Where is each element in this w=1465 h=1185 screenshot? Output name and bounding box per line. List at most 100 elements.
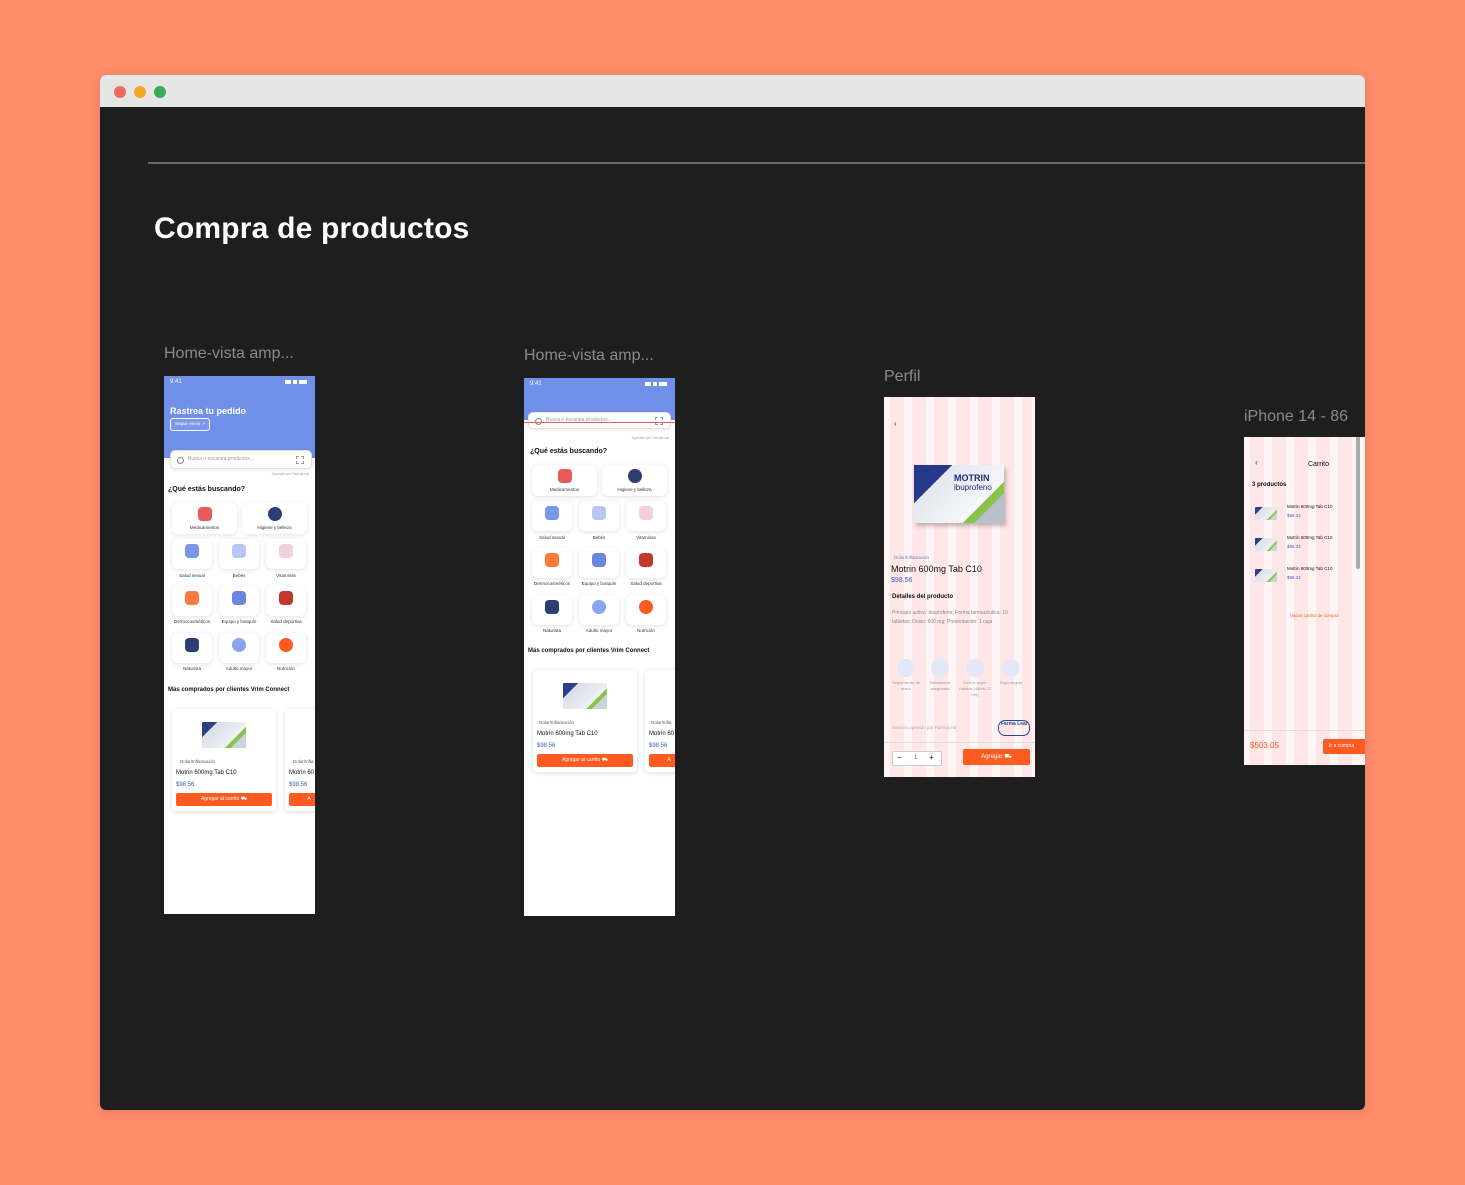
vitamins-icon [639, 506, 653, 520]
naturist-icon [545, 600, 559, 614]
frame-label-home-2[interactable]: Home-vista amp... [524, 347, 654, 365]
minimize-window-button[interactable] [134, 86, 146, 98]
category-dermo[interactable] [172, 586, 212, 616]
product-name: Motrin 600mg Tab C10 [176, 770, 237, 776]
category-label: Salud deportiva [630, 581, 662, 586]
category-label: Higiene y belleza [257, 525, 292, 530]
category-nutricion[interactable] [626, 595, 666, 625]
cart-icon: ⛟ [601, 757, 609, 763]
add-to-cart-label: Agregar al carrito [200, 796, 240, 802]
lightning-icon [966, 659, 984, 677]
scan-icon[interactable] [655, 417, 663, 425]
cart-item-price: $96.34 [1287, 544, 1301, 549]
category-medicamentos[interactable]: Medicamentos [532, 465, 597, 496]
frame-home-1[interactable]: 9:41 Rastrea tu pedido Seguir envío ↗ Bu… [164, 376, 315, 914]
category-label: Dermocosméticos [173, 619, 210, 624]
category-label: Bebés [592, 535, 606, 540]
search-icon [177, 457, 184, 464]
category-naturista[interactable] [532, 595, 572, 625]
category-deportiva[interactable] [266, 586, 306, 616]
category-label: Equipo y botiquín [221, 619, 257, 624]
medicine-icon [557, 469, 572, 483]
sexual-health-icon [185, 544, 199, 558]
status-time: 9:41 [530, 381, 542, 387]
status-time: 9:41 [170, 379, 182, 385]
cart-item-image [1255, 569, 1277, 582]
design-canvas[interactable]: Compra de productos Home-vista amp... 9:… [100, 107, 1365, 1110]
decrement-button[interactable]: − [897, 753, 902, 762]
scrollbar[interactable] [1356, 437, 1360, 569]
increment-button[interactable]: + [929, 753, 934, 762]
back-arrow-icon[interactable]: ‹ [894, 419, 897, 428]
kit-icon [232, 591, 246, 605]
cart-item-price: $96.34 [1287, 513, 1301, 518]
category-bebes[interactable] [579, 501, 619, 531]
product-name: Motrin 600mg Tab C10 [537, 731, 598, 737]
category-higiene[interactable]: Higiene y belleza [602, 465, 667, 496]
frame-home-2[interactable]: 9:41 Busca o escanea productos... Operad… [524, 378, 675, 916]
category-dermo[interactable] [532, 548, 572, 578]
category-salud-sexual[interactable] [532, 501, 572, 531]
feature-label: Envíos super rápidos (48hrs-72 hrs) [959, 680, 991, 697]
product-price: $98.56 [289, 782, 308, 788]
frame-label-iphone[interactable]: iPhone 14 - 86 [1244, 408, 1348, 426]
category-higiene[interactable]: Higiene y belleza [242, 503, 307, 534]
category-salud-sexual[interactable] [172, 539, 212, 569]
frame-label-home-1[interactable]: Home-vista amp... [164, 345, 294, 363]
category-nutricion[interactable] [266, 633, 306, 663]
add-to-cart-label: Agregar al carrito [561, 757, 601, 763]
frame-label-perfil[interactable]: Perfil [884, 368, 920, 386]
search-bar[interactable]: Busca o escanea productos... [170, 450, 312, 469]
product-card[interactable]: Dolor/Inflamación Motrin 600mg Tab C10 $… [172, 709, 276, 811]
category-adulto[interactable] [579, 595, 619, 625]
product-image [563, 683, 607, 709]
category-medicamentos[interactable]: Medicamentos [172, 503, 237, 534]
category-adulto[interactable] [219, 633, 259, 663]
category-vitaminas[interactable] [266, 539, 306, 569]
add-to-cart-button[interactable]: Agregar al carrito ⛟ [176, 793, 272, 806]
category-label: Naturista [542, 628, 561, 633]
frame-cart[interactable]: ‹ Carrito 3 productos Motrin 600mg Tab C… [1244, 437, 1365, 765]
hygiene-icon [627, 469, 642, 483]
category-label: Bebés [232, 573, 246, 578]
medicine-icon [197, 507, 212, 521]
category-bebes[interactable] [219, 539, 259, 569]
guide-line [524, 422, 675, 423]
category-label: Higiene y belleza [617, 487, 652, 492]
category-equipo[interactable] [579, 548, 619, 578]
scan-icon[interactable] [296, 456, 304, 464]
dermo-icon [545, 553, 559, 567]
add-to-cart-button[interactable]: Agregar al carrito ⛟ [537, 754, 633, 767]
maximize-window-button[interactable] [154, 86, 166, 98]
checkout-button[interactable]: Ir a compra [1323, 739, 1365, 754]
empty-cart-link[interactable]: Vaciar carrito de compra [1290, 613, 1339, 618]
track-shipment-button[interactable]: Seguir envío ↗ [170, 418, 211, 431]
add-to-cart-button[interactable]: A [649, 754, 675, 767]
close-window-button[interactable] [114, 86, 126, 98]
category-naturista[interactable] [172, 633, 212, 663]
product-card-partial[interactable]: Dolor/Infla Motrin 60 $98.56 A [285, 709, 315, 811]
product-price: $98.56 [176, 782, 195, 788]
add-button[interactable]: Agregar ⛟ [963, 749, 1030, 765]
quantity-stepper[interactable]: − 1 + [892, 751, 942, 766]
baby-icon [232, 544, 246, 558]
product-card-partial[interactable]: Dolor/Infla Motrin 60 $98.56 A [645, 670, 675, 772]
section-title: Compra de productos [154, 212, 470, 245]
category-equipo[interactable] [219, 586, 259, 616]
product-card[interactable]: Dolor/Inflamación Motrin 600mg Tab C10 $… [533, 670, 637, 772]
category-label: Vitaminas [276, 573, 296, 578]
category-vitaminas[interactable] [626, 501, 666, 531]
category-deportiva[interactable] [626, 548, 666, 578]
farmaleal-logo: Farma Leal [998, 720, 1030, 736]
search-bar[interactable]: Busca o escanea productos... [528, 412, 671, 429]
back-arrow-icon[interactable]: ‹ [1255, 458, 1258, 467]
what-looking-for-heading: ¿Qué estás buscando? [530, 448, 608, 455]
box-sub: ibuprofeno [954, 483, 992, 492]
product-category: Dolor/Infla [293, 759, 314, 764]
frame-product-detail[interactable]: ‹ MOTRIN ibuprofeno Dolor/Inflamación Mo… [884, 397, 1035, 777]
add-to-cart-button[interactable]: A [289, 793, 315, 806]
product-category: Dolor/Inflamación [894, 555, 930, 560]
category-label: Naturista [182, 666, 201, 671]
pharmacy-note: Operado por FarmaLeal [271, 472, 309, 476]
feature-label: Seguimiento de envío [892, 680, 920, 691]
